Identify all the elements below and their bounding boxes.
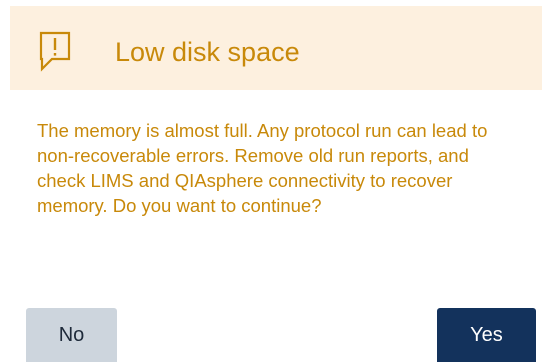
low-disk-space-dialog: Low disk space The memory is almost full… [0,0,551,362]
yes-button[interactable]: Yes [437,308,536,362]
speech-bubble-exclamation-icon [38,30,72,74]
dialog-header: Low disk space [10,6,542,90]
no-button[interactable]: No [26,308,117,362]
dialog-title: Low disk space [115,37,300,67]
dialog-message: The memory is almost full. Any protocol … [37,120,488,216]
